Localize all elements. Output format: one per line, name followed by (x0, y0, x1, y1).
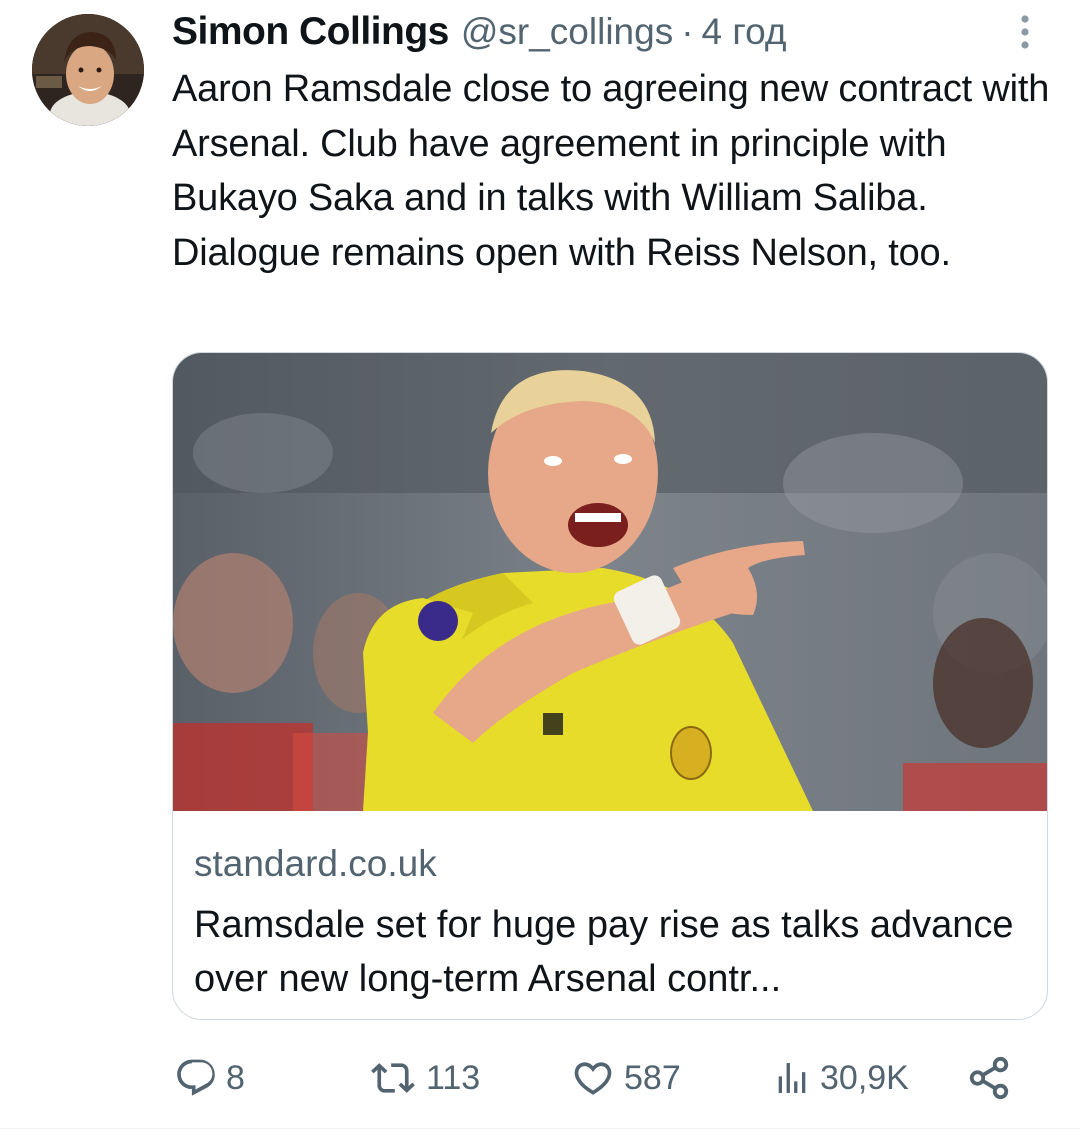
retweet-icon (371, 1063, 415, 1093)
share-icon (969, 1056, 1009, 1100)
share-button[interactable] (966, 1052, 1012, 1104)
retweet-count: 113 (426, 1058, 481, 1097)
card-title: Ramsdale set for huge pay rise as talks … (194, 904, 1014, 1000)
more-vertical-icon (1021, 15, 1029, 49)
link-card[interactable]: standard.co.uk Ramsdale set for huge pay… (172, 352, 1048, 1020)
views-count: 30,9K (820, 1058, 909, 1097)
avatar[interactable] (32, 14, 144, 126)
tweet-text: Aaron Ramsdale close to agreeing new con… (172, 68, 1050, 274)
like-button[interactable]: 587 (570, 1052, 681, 1104)
views-button[interactable]: 30,9K (772, 1052, 909, 1104)
card-image (173, 353, 1047, 811)
like-count: 587 (624, 1058, 681, 1097)
avatar-photo (32, 14, 144, 126)
header-separator: · (681, 11, 694, 52)
divider (0, 1128, 1080, 1129)
views-icon (778, 1063, 806, 1093)
heart-icon (574, 1062, 612, 1095)
reply-count: 8 (226, 1058, 245, 1097)
tweet-timestamp[interactable]: 4 год (702, 11, 787, 53)
author-handle[interactable]: @sr_collings (461, 11, 673, 53)
action-bar: 8 113 587 30,9K (0, 1052, 1080, 1104)
tweet-header: Simon Collings @sr_collings · 4 год (172, 10, 786, 58)
tweet: Simon Collings @sr_collings · 4 год Aaro… (0, 0, 1080, 1135)
card-domain: standard.co.uk (194, 843, 437, 884)
author-name[interactable]: Simon Collings (172, 10, 449, 54)
retweet-button[interactable]: 113 (368, 1052, 480, 1104)
goalkeeper-photo (173, 353, 1047, 811)
reply-icon (177, 1059, 215, 1096)
reply-button[interactable]: 8 (174, 1052, 245, 1104)
more-options-button[interactable] (1010, 14, 1040, 50)
